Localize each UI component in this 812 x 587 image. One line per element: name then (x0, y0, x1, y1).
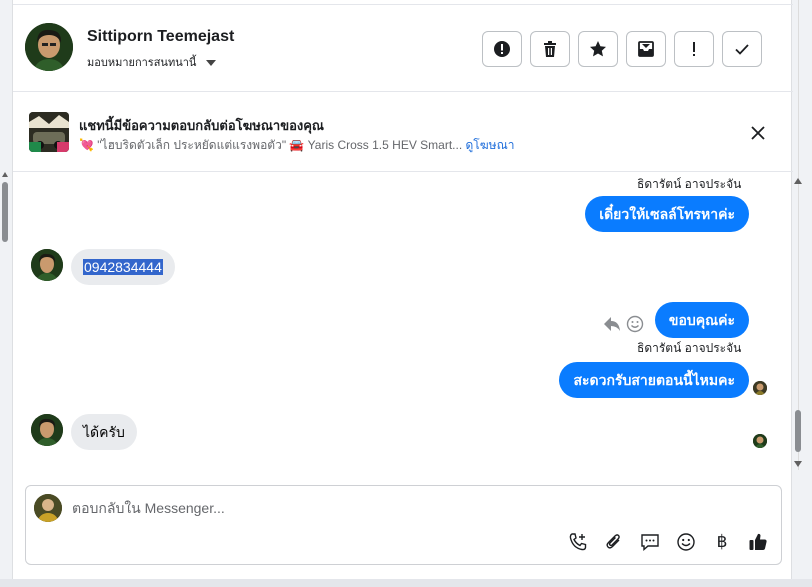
incoming-message[interactable]: 0942834444 (71, 249, 175, 285)
ad-banner-subtitle: 💘 "ไฮบริดตัวเล็ก ประหยัดแต่แรงพอตัว" 🚘 Y… (79, 136, 514, 155)
close-icon (751, 126, 765, 140)
scrollbar-thumb[interactable] (2, 182, 8, 242)
view-ad-link[interactable]: ดูโฆษณา (466, 138, 515, 152)
selected-text[interactable]: 0942834444 (83, 259, 163, 275)
report-spam-button[interactable] (482, 31, 522, 67)
seen-avatar (753, 381, 767, 395)
like-icon (749, 533, 767, 550)
outgoing-message[interactable]: สะดวกรับสายตอนนี้ไหมคะ (559, 362, 749, 398)
bottom-edge (0, 579, 812, 587)
mark-done-button[interactable] (722, 31, 762, 67)
scroll-down-arrow-icon[interactable] (794, 461, 802, 467)
follow-up-button[interactable] (674, 31, 714, 67)
conversation-header: Sittiporn Teemejast มอบหมายการสนทนานี้ (13, 4, 793, 92)
emoji-button[interactable] (674, 530, 698, 554)
reply-composer: ฿ (25, 485, 782, 565)
contact-avatar-small (31, 249, 63, 281)
seen-avatar (753, 434, 767, 448)
attach-button[interactable] (602, 530, 626, 554)
header-toolbar (482, 31, 762, 67)
reply-input[interactable] (72, 496, 672, 520)
mark-unread-icon (638, 41, 654, 57)
ad-banner-title: แชทนี้มีข้อความตอบกลับต่อโฆษณาของคุณ (79, 118, 324, 133)
thread-scrollbar[interactable] (791, 172, 805, 472)
baht-payment-icon: ฿ (716, 532, 728, 552)
contact-avatar[interactable] (25, 23, 73, 71)
delete-button[interactable] (530, 31, 570, 67)
emoji-icon (677, 533, 695, 551)
message-hover-actions (602, 315, 644, 333)
outgoing-message[interactable]: เดี๋ยวให้เซลล์โทรหาค่ะ (585, 196, 749, 232)
saved-reply-icon (641, 534, 659, 552)
left-scrollbar[interactable] (0, 172, 12, 478)
reply-icon[interactable] (602, 315, 622, 333)
ad-description: "ไฮบริดตัวเล็ก ประหยัดแต่แรงพอตัว" 🚘 Yar… (97, 138, 463, 152)
assign-conversation-dropdown[interactable]: มอบหมายการสนทนานี้ (87, 53, 217, 71)
contact-name[interactable]: Sittiporn Teemejast (87, 28, 234, 46)
conversation-panel: Sittiporn Teemejast มอบหมายการสนทนานี้ แ… (12, 0, 802, 579)
contact-avatar-small (31, 414, 63, 446)
trash-icon (544, 41, 556, 57)
call-add-icon (569, 533, 587, 551)
sender-label: ธิดารัตน์ อาจประจัน (637, 341, 742, 355)
scrollbar-thumb[interactable] (795, 410, 801, 452)
call-add-button[interactable] (566, 530, 590, 554)
react-emoji-icon[interactable] (626, 315, 644, 333)
incoming-message[interactable]: ได้ครับ (71, 414, 137, 450)
caret-down-icon (206, 59, 217, 66)
scroll-up-arrow-icon[interactable] (2, 172, 8, 177)
heart-emoji-icon: 💘 (79, 138, 94, 152)
outgoing-message[interactable]: ขอบคุณค่ะ (654, 302, 749, 338)
star-button[interactable] (578, 31, 618, 67)
follow-up-icon (693, 42, 695, 56)
scroll-up-arrow-icon[interactable] (794, 178, 802, 184)
check-icon (735, 44, 749, 55)
like-button[interactable] (746, 530, 770, 554)
page-avatar (34, 494, 62, 522)
composer-toolbar: ฿ (566, 530, 770, 554)
ad-thumbnail[interactable] (29, 112, 69, 152)
mark-unread-button[interactable] (626, 31, 666, 67)
payment-button[interactable]: ฿ (710, 530, 734, 554)
ad-reply-banner: แชทนี้มีข้อความตอบกลับต่อโฆษณาของคุณ 💘 "… (13, 92, 793, 172)
report-spam-icon (494, 41, 510, 57)
saved-reply-button[interactable] (638, 530, 662, 554)
attachment-icon (606, 534, 620, 549)
message-thread: ธิดารัตน์ อาจประจัน เดี๋ยวให้เซลล์โทรหาค… (13, 172, 793, 478)
close-banner-button[interactable] (747, 122, 769, 144)
sender-label: ธิดารัตน์ อาจประจัน (637, 177, 742, 191)
assign-label: มอบหมายการสนทนานี้ (87, 57, 197, 69)
star-icon (590, 41, 606, 57)
